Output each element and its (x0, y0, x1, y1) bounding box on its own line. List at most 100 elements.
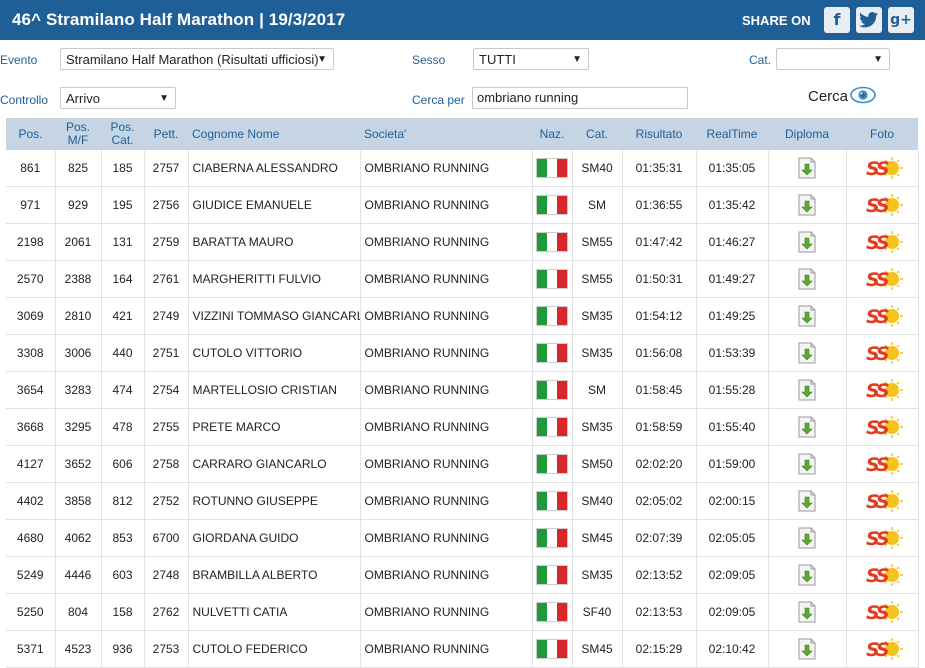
cell-foto[interactable]: SS (846, 186, 919, 224)
cell-foto[interactable]: SS (846, 482, 919, 520)
sportograf-logo-icon[interactable]: SS (860, 378, 904, 402)
table-row[interactable]: 5250 804 158 2762 NULVETTI CATIA OMBRIANO RUN… (6, 593, 919, 631)
sesso-select[interactable]: TUTTI ▼ (473, 48, 589, 70)
twitter-icon[interactable] (856, 7, 882, 33)
cell-foto[interactable]: SS (846, 334, 919, 372)
cat-select[interactable]: ▼ (776, 48, 890, 70)
cell-foto[interactable]: SS (846, 445, 919, 483)
sportograf-logo-icon[interactable]: SS (860, 341, 904, 365)
col-header-pos[interactable]: Pos. (6, 118, 55, 150)
cell-foto[interactable]: SS (846, 630, 919, 668)
sportograf-logo-icon[interactable]: SS (860, 452, 904, 476)
cell-diploma[interactable] (768, 186, 847, 224)
download-document-icon[interactable] (797, 638, 817, 660)
sportograf-logo-icon[interactable]: SS (860, 526, 904, 550)
cell-diploma[interactable] (768, 223, 847, 261)
download-document-icon[interactable] (797, 305, 817, 327)
cell-diploma[interactable] (768, 297, 847, 335)
cell-diploma[interactable] (768, 593, 847, 631)
table-row[interactable]: 2570 2388 164 2761 MARGHERITTI FULVIO OMBRIAN… (6, 260, 919, 298)
table-row[interactable]: 4127 3652 606 2758 CARRARO GIANCARLO OMBRIANO… (6, 445, 919, 483)
italy-flag-icon (536, 528, 568, 548)
download-document-icon[interactable] (797, 194, 817, 216)
cell-foto[interactable]: SS (846, 260, 919, 298)
cell-diploma[interactable] (768, 408, 847, 446)
cell-foto[interactable]: SS (846, 556, 919, 594)
eye-icon[interactable] (850, 86, 876, 104)
table-row[interactable]: 4402 3858 812 2752 ROTUNNO GIUSEPPE OMBRIANO … (6, 482, 919, 520)
italy-flag-icon (536, 380, 568, 400)
cell-foto[interactable]: SS (846, 371, 919, 409)
download-document-icon[interactable] (797, 268, 817, 290)
cell-diploma[interactable] (768, 482, 847, 520)
facebook-icon[interactable]: f (824, 7, 850, 33)
cell-foto[interactable]: SS (846, 150, 919, 187)
download-document-icon[interactable] (797, 453, 817, 475)
sportograf-logo-icon[interactable]: SS (860, 563, 904, 587)
google-plus-icon[interactable]: g+ (888, 7, 914, 33)
sportograf-logo-icon[interactable]: SS (860, 637, 904, 661)
table-row[interactable]: 3668 3295 478 2755 PRETE MARCO OMBRIANO RUNNI… (6, 408, 919, 446)
col-header-naz[interactable]: Naz. (532, 118, 572, 150)
cell-pett: 2752 (144, 482, 189, 520)
cell-diploma[interactable] (768, 445, 847, 483)
cell-diploma[interactable] (768, 150, 847, 187)
table-row[interactable]: 3069 2810 421 2749 VIZZINI TOMMASO GIANCARLO… (6, 297, 919, 335)
sportograf-logo-icon[interactable]: SS (860, 156, 904, 180)
cell-diploma[interactable] (768, 260, 847, 298)
download-document-icon[interactable] (797, 490, 817, 512)
table-row[interactable]: 5371 4523 936 2753 CUTOLO FEDERICO OMBRIANO R… (6, 630, 919, 668)
table-row[interactable]: 4680 4062 853 6700 GIORDANA GUIDO OMBRIANO RU… (6, 519, 919, 557)
table-row[interactable]: 971 929 195 2756 GIUDICE EMANUELE OMBRIANO RU… (6, 186, 919, 224)
col-header-pett[interactable]: Pett. (144, 118, 188, 150)
col-header-societa[interactable]: Societa' (360, 118, 532, 150)
sportograf-logo-icon[interactable]: SS (860, 193, 904, 217)
cell-diploma[interactable] (768, 630, 847, 668)
sportograf-sun-icon: SS (866, 638, 903, 661)
cell-pos: 3308 (6, 334, 56, 372)
cell-foto[interactable]: SS (846, 297, 919, 335)
download-document-icon[interactable] (797, 564, 817, 586)
table-row[interactable]: 5249 4446 603 2748 BRAMBILLA ALBERTO OMBRIANO… (6, 556, 919, 594)
evento-select[interactable]: Stramilano Half Marathon (Risultati uffi… (60, 48, 334, 70)
download-document-icon[interactable] (797, 527, 817, 549)
col-header-cognome-nome[interactable]: Cognome Nome (188, 118, 360, 150)
sportograf-logo-icon[interactable]: SS (860, 304, 904, 328)
sportograf-logo-icon[interactable]: SS (860, 415, 904, 439)
cell-foto[interactable]: SS (846, 408, 919, 446)
cat-label: Cat. (749, 53, 772, 67)
table-row[interactable]: 3308 3006 440 2751 CUTOLO VITTORIO OMBRIANO R… (6, 334, 919, 372)
table-row[interactable]: 861 825 185 2757 CIABERNA ALESSANDRO OMBRIANO… (6, 150, 919, 187)
chevron-down-icon: ▼ (873, 54, 883, 65)
cell-diploma[interactable] (768, 334, 847, 372)
col-header-pos-mf[interactable]: Pos. M/F (55, 118, 101, 150)
cell-diploma[interactable] (768, 556, 847, 594)
cell-foto[interactable]: SS (846, 519, 919, 557)
cell-diploma[interactable] (768, 371, 847, 409)
cell-realtime: 02:09:05 (696, 593, 769, 631)
table-row[interactable]: 2198 2061 131 2759 BARATTA MAURO OMBRIANO RUN… (6, 223, 919, 261)
download-document-icon[interactable] (797, 231, 817, 253)
table-row[interactable]: 3654 3283 474 2754 MARTELLOSIO CRISTIAN OMBRI… (6, 371, 919, 409)
col-header-risultato[interactable]: Risultato (622, 118, 696, 150)
cell-realtime: 01:55:40 (696, 408, 769, 446)
cerca-per-input[interactable]: ombriano running (472, 87, 688, 109)
sportograf-logo-icon[interactable]: SS (860, 230, 904, 254)
sportograf-logo-icon[interactable]: SS (860, 489, 904, 513)
download-document-icon[interactable] (797, 157, 817, 179)
cell-diploma[interactable] (768, 519, 847, 557)
sportograf-logo-icon[interactable]: SS (860, 267, 904, 291)
col-header-cat[interactable]: Cat. (572, 118, 622, 150)
col-header-realtime[interactable]: RealTime (696, 118, 768, 150)
download-document-icon[interactable] (797, 379, 817, 401)
cell-foto[interactable]: SS (846, 593, 919, 631)
download-document-icon[interactable] (797, 416, 817, 438)
cerca-button-label[interactable]: Cerca (808, 88, 848, 105)
col-header-pos-cat[interactable]: Pos. Cat. (101, 118, 144, 150)
controllo-select[interactable]: Arrivo ▼ (60, 87, 176, 109)
sportograf-sun-icon: SS (866, 601, 903, 624)
cell-foto[interactable]: SS (846, 223, 919, 261)
sportograf-logo-icon[interactable]: SS (860, 600, 904, 624)
download-document-icon[interactable] (797, 601, 817, 623)
download-document-icon[interactable] (797, 342, 817, 364)
